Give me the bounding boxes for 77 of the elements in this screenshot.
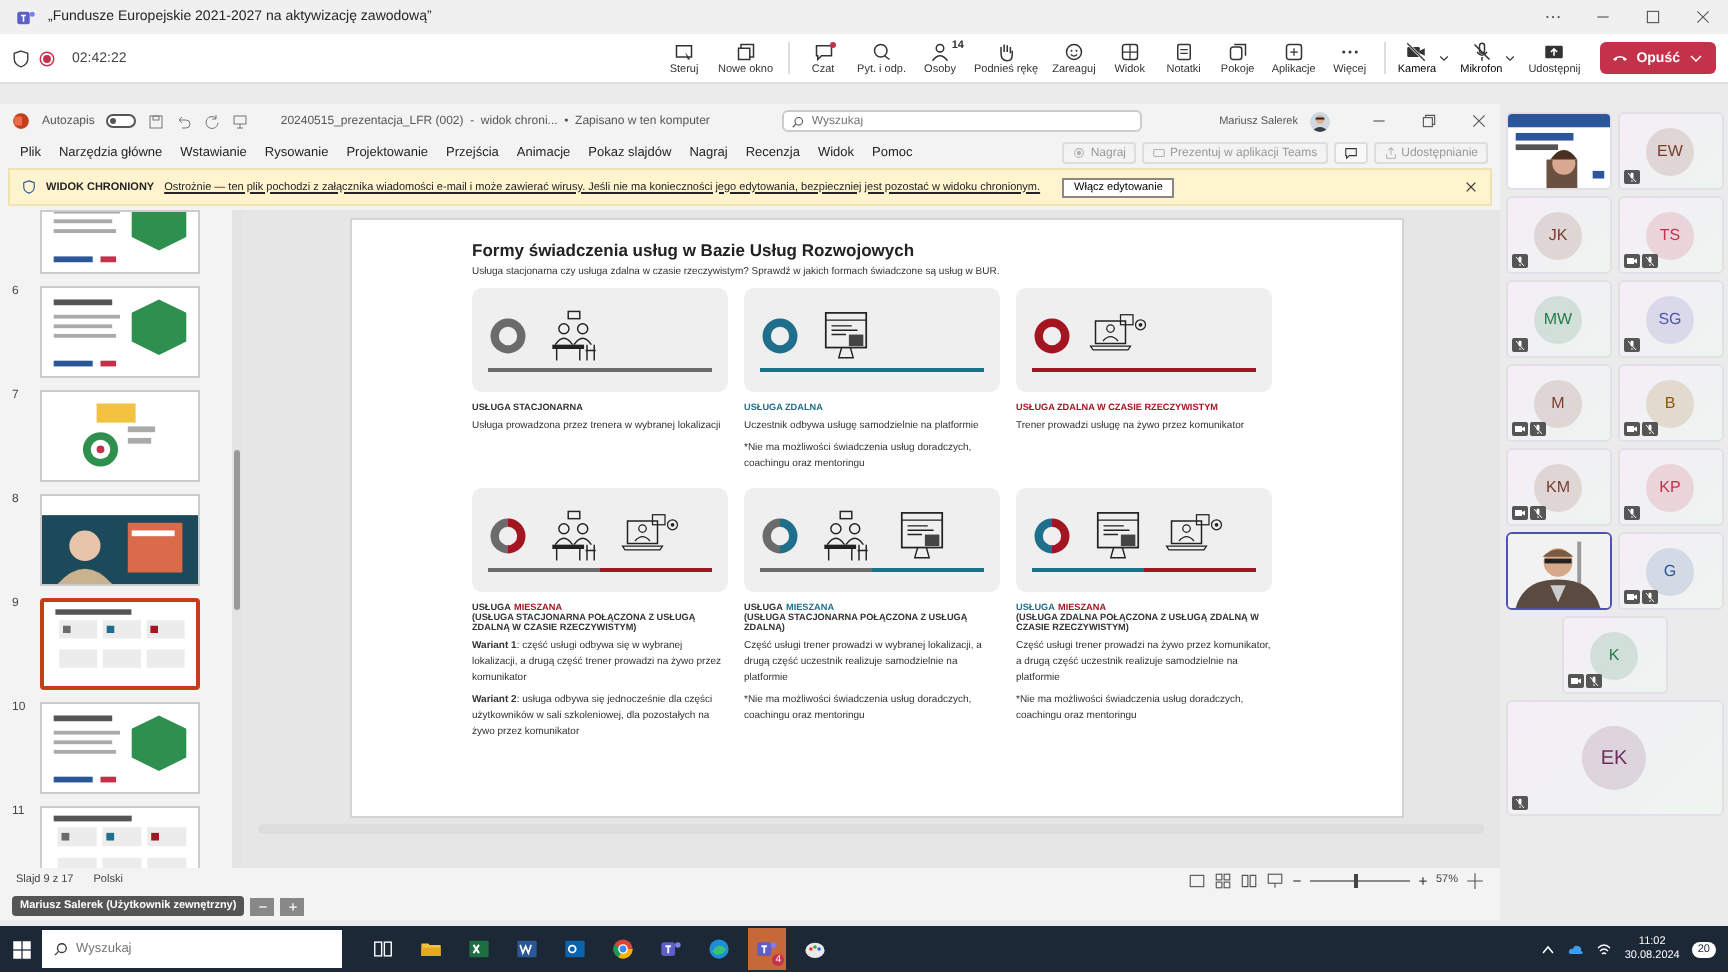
minus-icon [257, 901, 268, 911]
share-screen-icon [1544, 41, 1565, 61]
search-icon [54, 942, 68, 956]
normal-view-icon[interactable] [1187, 871, 1206, 889]
save-icon[interactable] [148, 113, 165, 129]
chevron-down-icon [1438, 52, 1451, 64]
plus-icon [287, 901, 298, 911]
shield-icon [22, 180, 36, 194]
slideshow-icon[interactable] [1265, 871, 1284, 889]
screen-pointer-icon [674, 41, 694, 61]
plus-icon[interactable] [1417, 875, 1428, 885]
teams-icon [660, 938, 682, 960]
restore-icon[interactable] [1420, 112, 1438, 130]
participant-initials: B [1664, 394, 1676, 412]
participant-initials: KM [1546, 478, 1570, 496]
powerpoint-logo-icon [12, 112, 30, 130]
windows-start-icon[interactable] [12, 939, 32, 959]
search-icon [791, 115, 804, 127]
maximize-icon[interactable] [1644, 8, 1662, 26]
autosave-toggle[interactable] [106, 114, 137, 128]
scrollbar-thumb[interactable] [234, 450, 240, 610]
participant-initials: EW [1657, 142, 1683, 160]
camera-off-icon [1406, 41, 1427, 61]
cloud-icon[interactable] [1568, 941, 1585, 957]
smiley-icon [1063, 41, 1084, 61]
participant-initials: M [1551, 394, 1565, 412]
participant-initials: SG [1658, 310, 1682, 328]
minus-icon[interactable] [1291, 875, 1302, 885]
record-icon [1072, 146, 1087, 160]
redo-icon[interactable] [204, 113, 221, 129]
comment-button[interactable] [1333, 142, 1368, 164]
participant-initials: KP [1659, 478, 1681, 496]
chat-icon [813, 41, 834, 61]
phone-icon [1612, 50, 1629, 66]
chevron-down-icon [1688, 50, 1704, 66]
close-icon[interactable] [1470, 112, 1488, 130]
mail-icon [564, 938, 586, 960]
grid-view-icon[interactable] [1213, 871, 1232, 889]
zoom-out-button[interactable] [250, 897, 275, 915]
participant-initials: TS [1659, 226, 1681, 244]
close-icon[interactable] [1464, 180, 1478, 194]
zoom-in-button[interactable] [280, 897, 305, 915]
document-icon [516, 938, 538, 960]
comment-icon [1343, 146, 1358, 160]
shield-icon [12, 49, 30, 67]
reading-view-icon[interactable] [1239, 871, 1258, 889]
participant-initials: K [1608, 646, 1620, 664]
browser-icon [708, 938, 730, 960]
chevron-down-icon [1504, 52, 1517, 64]
network-icon[interactable] [1596, 941, 1613, 957]
mic-off-icon [1471, 41, 1492, 61]
spreadsheet-icon [468, 938, 490, 960]
present-icon[interactable] [232, 113, 249, 129]
plus-icon [1283, 41, 1304, 61]
grid-icon [1119, 41, 1140, 61]
teams-icon [16, 7, 36, 27]
notes-icon [1173, 41, 1194, 61]
chevron-up-icon[interactable] [1540, 941, 1557, 957]
browser-icon [612, 938, 634, 960]
share-icon [1383, 146, 1398, 160]
participant-initials: G [1663, 562, 1677, 580]
slide-title: Formy świadczenia usług w Bazie Usług Rozwojowych [472, 240, 917, 260]
teams-icon [756, 938, 778, 960]
zoom-slider-thumb[interactable] [1354, 873, 1359, 887]
participant-initials: MW [1543, 310, 1573, 328]
palette-icon [804, 938, 826, 960]
screen-icon [1152, 146, 1167, 160]
folder-icon [420, 938, 442, 960]
slide-thumbnail[interactable] [40, 598, 200, 690]
windows-icon [735, 41, 756, 61]
participant-initials: EK [1600, 747, 1628, 769]
person-icon [930, 41, 950, 61]
task-view-icon [372, 938, 394, 960]
undo-icon[interactable] [176, 113, 193, 129]
close-icon[interactable] [1694, 8, 1712, 26]
participant-initials: JK [1548, 226, 1568, 244]
hand-icon [996, 41, 1017, 61]
